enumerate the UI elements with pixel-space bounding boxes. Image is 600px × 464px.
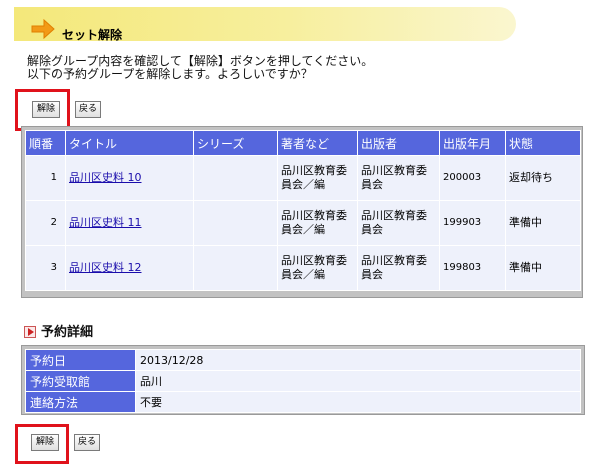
row-publisher: 品川区教育委員会 [357,155,440,201]
group-table: 順番 タイトル シリーズ 著者など 出版者 出版年月 状態 1 品川区史料 10… [25,130,581,291]
detail-value: 不要 [135,391,581,413]
col-header-author: 著者など [277,130,358,156]
title-link[interactable]: 品川区史料 11 [69,216,142,229]
row-order: 1 [25,155,66,201]
detail-panel: 予約日 2013/12/28 予約受取館 品川 連絡方法 不要 [21,345,585,415]
row-title: 品川区史料 11 [65,200,194,246]
detail-heading: 予約詳細 [24,321,93,340]
detail-row: 連絡方法 不要 [25,391,581,413]
row-status: 準備中 [505,200,581,246]
back-button-bottom[interactable]: 戻る [74,434,100,451]
row-status: 返却待ち [505,155,581,201]
section-marker-icon [24,326,36,338]
row-series [193,200,278,246]
page-title: セット解除 [62,28,123,42]
table-header-row: 順番 タイトル シリーズ 著者など 出版者 出版年月 状態 [25,130,581,156]
col-header-date: 出版年月 [439,130,506,156]
col-header-publisher: 出版者 [357,130,440,156]
title-bar: セット解除 [14,7,516,42]
cancel-button-bottom[interactable]: 解除 [31,434,59,451]
table-row: 3 品川区史料 12 品川区教育委員会／編 品川区教育委員会 199803 準備… [25,245,581,291]
col-header-status: 状態 [505,130,581,156]
row-author: 品川区教育委員会／編 [277,155,358,201]
detail-row: 予約受取館 品川 [25,370,581,392]
detail-table: 予約日 2013/12/28 予約受取館 品川 連絡方法 不要 [25,349,581,413]
back-button-top[interactable]: 戻る [75,101,101,118]
col-header-order: 順番 [25,130,66,156]
row-title: 品川区史料 12 [65,245,194,291]
title-link[interactable]: 品川区史料 12 [69,261,142,274]
row-publisher: 品川区教育委員会 [357,200,440,246]
col-header-title: タイトル [65,130,194,156]
row-date: 199903 [439,200,506,246]
instruction-line-2: 以下の予約グループを解除します。よろしいですか？ [27,67,313,81]
row-status: 準備中 [505,245,581,291]
table-row: 1 品川区史料 10 品川区教育委員会／編 品川区教育委員会 200003 返却… [25,155,581,201]
detail-row: 予約日 2013/12/28 [25,349,581,371]
detail-value: 品川 [135,370,581,392]
row-order: 2 [25,200,66,246]
detail-label: 予約日 [25,349,136,371]
table-row: 2 品川区史料 11 品川区教育委員会／編 品川区教育委員会 199903 準備… [25,200,581,246]
row-date: 199803 [439,245,506,291]
arrow-right-icon [31,18,55,40]
cancel-button-top[interactable]: 解除 [32,101,60,118]
row-author: 品川区教育委員会／編 [277,200,358,246]
row-order: 3 [25,245,66,291]
title-link[interactable]: 品川区史料 10 [69,171,142,184]
detail-label: 連絡方法 [25,391,136,413]
detail-label: 予約受取館 [25,370,136,392]
row-series [193,245,278,291]
detail-value: 2013/12/28 [135,349,581,371]
col-header-series: シリーズ [193,130,278,156]
group-list: 順番 タイトル シリーズ 著者など 出版者 出版年月 状態 1 品川区史料 10… [21,126,583,298]
row-publisher: 品川区教育委員会 [357,245,440,291]
detail-heading-text: 予約詳細 [41,325,94,340]
row-title: 品川区史料 10 [65,155,194,201]
instructions: 解除グループ内容を確認して【解除】ボタンを押してください。 以下の予約グループを… [27,55,373,81]
row-date: 200003 [439,155,506,201]
row-author: 品川区教育委員会／編 [277,245,358,291]
row-series [193,155,278,201]
